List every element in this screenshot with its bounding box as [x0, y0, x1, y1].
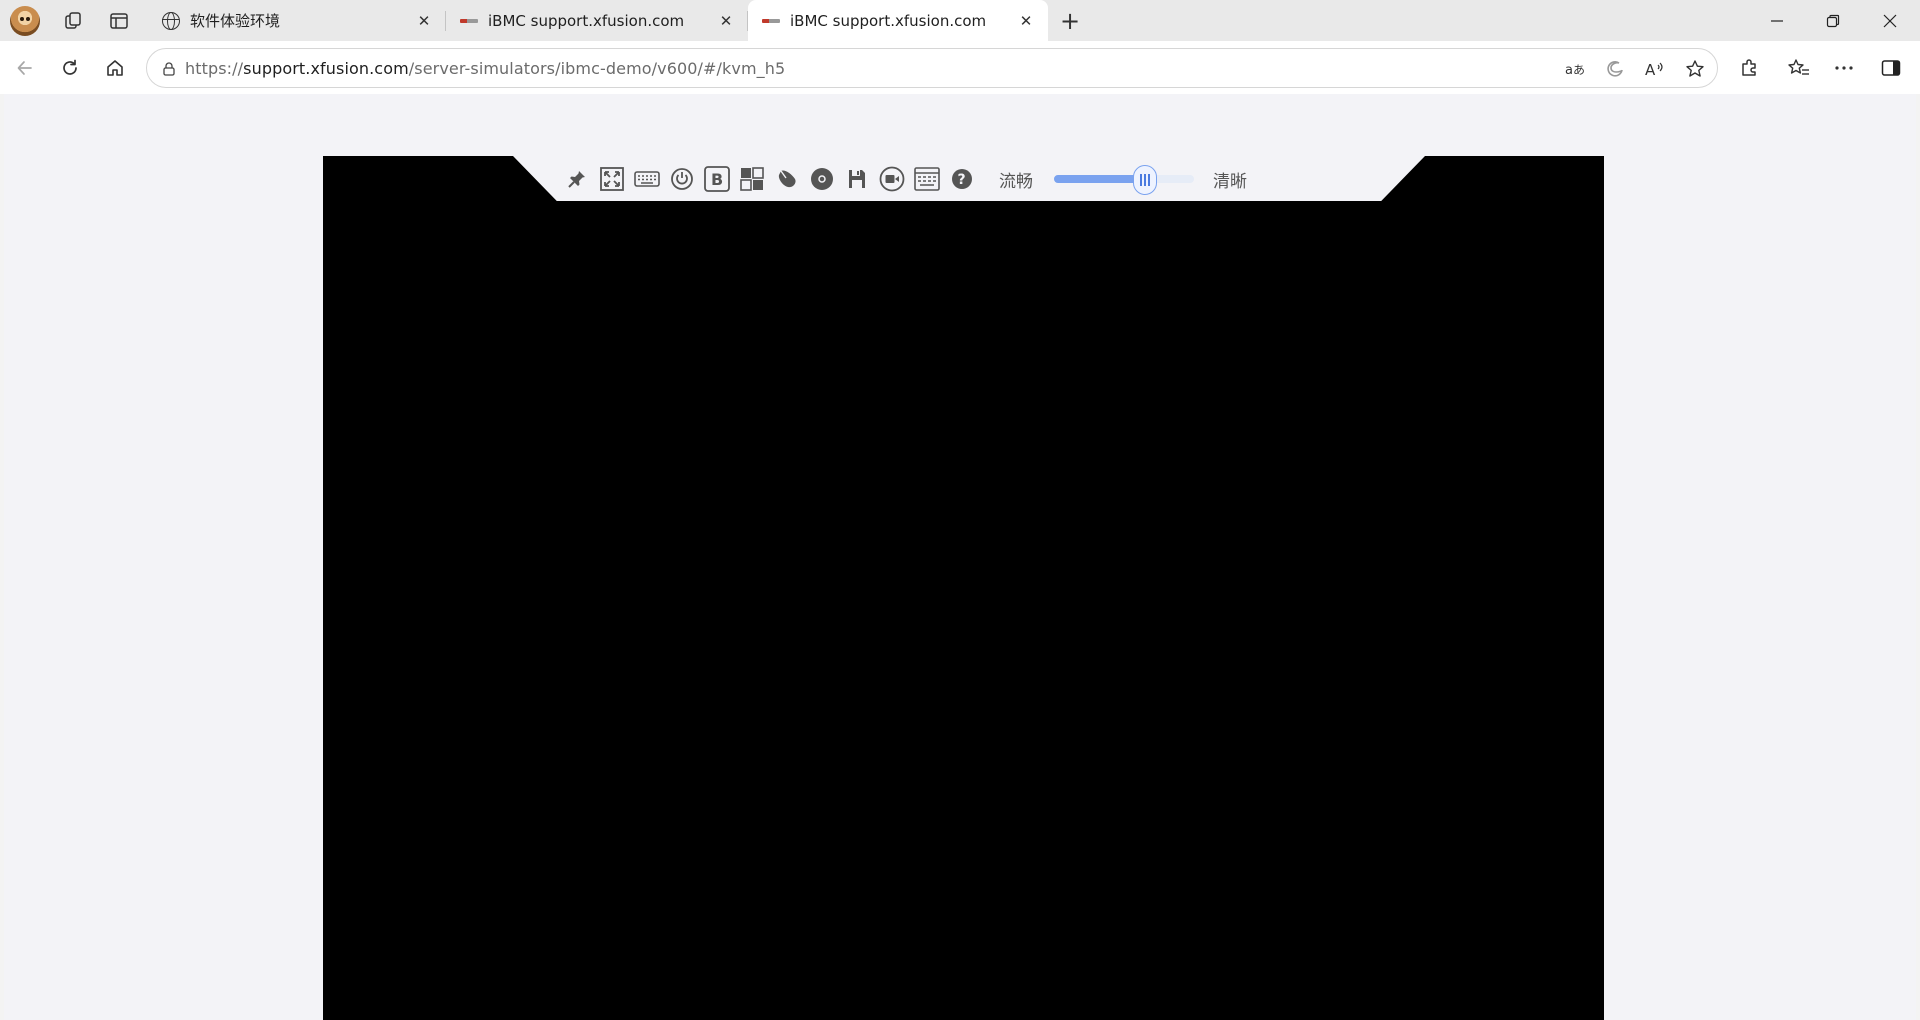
svg-text:A: A	[1645, 61, 1656, 78]
tab-title: iBMC support.xfusion.com	[488, 11, 685, 30]
tab-software-experience[interactable]: 软件体验环境 ✕	[148, 0, 446, 41]
svg-text:あ: あ	[1573, 63, 1585, 77]
reload-button[interactable]	[55, 53, 85, 83]
tab-ibmc-2[interactable]: iBMC support.xfusion.com ✕	[748, 0, 1048, 41]
vertical-tabs-icon[interactable]	[106, 8, 132, 34]
kvm-console-screen[interactable]: B ? 流畅 清晰	[323, 156, 1604, 1020]
new-tab-button[interactable]: +	[1055, 6, 1085, 36]
tab-title: iBMC support.xfusion.com	[790, 11, 987, 30]
url-text[interactable]: https://support.xfusion.com/server-simul…	[185, 59, 785, 78]
tab-ibmc-1[interactable]: iBMC support.xfusion.com ✕	[446, 0, 748, 41]
tab-strip: 软件体验环境 ✕ iBMC support.xfusion.com ✕ iBMC…	[0, 0, 1920, 41]
xfusion-logo-icon	[460, 18, 478, 23]
mouse-icon[interactable]	[773, 165, 801, 193]
svg-text:B: B	[711, 170, 723, 189]
profile-avatar[interactable]	[10, 6, 40, 36]
close-window-button[interactable]	[1862, 0, 1918, 41]
extensions-icon[interactable]	[1734, 53, 1764, 83]
power-icon[interactable]	[668, 165, 696, 193]
close-icon[interactable]: ✕	[716, 11, 736, 31]
virtual-keyboard-icon[interactable]	[913, 165, 941, 193]
restore-button[interactable]	[1805, 0, 1861, 41]
globe-icon	[162, 11, 180, 30]
cd-dvd-icon[interactable]	[808, 165, 836, 193]
slider-fill	[1054, 175, 1145, 183]
fullscreen-icon[interactable]	[598, 165, 626, 193]
kvm-toolbar: B ? 流畅 清晰	[513, 156, 1425, 201]
favorites-icon[interactable]	[1784, 53, 1814, 83]
close-icon[interactable]: ✕	[414, 11, 434, 31]
close-icon[interactable]: ✕	[1016, 11, 1036, 31]
page-content: B ? 流畅 清晰	[4, 94, 1916, 1020]
keyboard-icon[interactable]	[633, 165, 661, 193]
edge-copilot-icon[interactable]	[1603, 57, 1627, 81]
back-button[interactable]	[10, 53, 40, 83]
record-icon[interactable]	[878, 165, 906, 193]
xfusion-logo-icon	[762, 18, 780, 23]
favorite-star-icon[interactable]	[1683, 57, 1707, 81]
more-menu-icon[interactable]	[1829, 53, 1859, 83]
svg-text:a: a	[1565, 63, 1573, 78]
mouse-mode-icon[interactable]	[738, 165, 766, 193]
browser-toolbar: https://support.xfusion.com/server-simul…	[0, 41, 1920, 94]
quality-low-label: 流畅	[999, 171, 1033, 192]
translate-icon[interactable]: aあ	[1563, 57, 1587, 81]
workspaces-icon[interactable]	[61, 8, 87, 34]
lock-icon[interactable]	[159, 59, 179, 79]
svg-text:?: ?	[958, 172, 966, 188]
quality-slider[interactable]	[1054, 165, 1194, 195]
boot-icon[interactable]: B	[703, 165, 731, 193]
address-bar[interactable]: https://support.xfusion.com/server-simul…	[146, 48, 1718, 88]
quality-high-label: 清晰	[1213, 171, 1247, 192]
sidebar-toggle-icon[interactable]	[1876, 53, 1906, 83]
minimize-button[interactable]	[1749, 0, 1805, 41]
tab-title: 软件体验环境	[190, 12, 281, 30]
floppy-icon[interactable]	[843, 165, 871, 193]
slider-thumb[interactable]	[1133, 165, 1157, 195]
home-button[interactable]	[100, 53, 130, 83]
read-aloud-icon[interactable]: A	[1643, 57, 1667, 81]
pin-icon[interactable]	[563, 165, 591, 193]
help-icon[interactable]: ?	[948, 165, 976, 193]
